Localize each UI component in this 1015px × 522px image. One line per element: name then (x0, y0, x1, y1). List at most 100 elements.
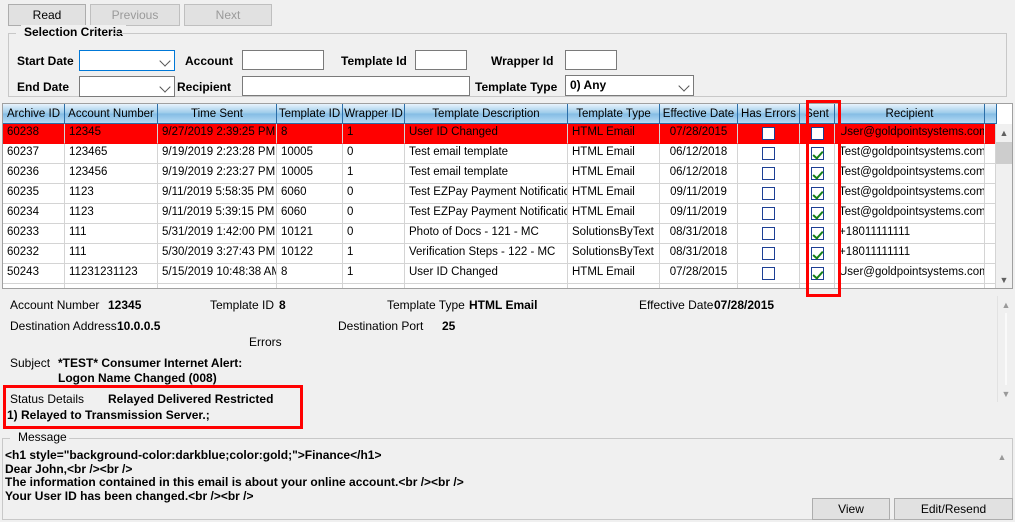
grid-column-header[interactable]: Recipient (835, 104, 985, 124)
table-cell[interactable]: 0 (343, 184, 405, 204)
table-cell[interactable]: 0 (343, 224, 405, 244)
table-cell[interactable] (738, 284, 800, 288)
table-cell[interactable]: 1123 (65, 184, 158, 204)
grid-column-header[interactable]: Time Sent (158, 104, 277, 124)
sent-checkbox[interactable] (810, 147, 824, 160)
table-cell[interactable]: Test@goldpointsystems.com (835, 204, 985, 224)
recipient-input[interactable] (242, 76, 470, 96)
has-errors-checkbox-cell[interactable] (738, 244, 800, 264)
table-cell[interactable]: HTML Email (568, 264, 660, 284)
scroll-up-icon[interactable]: ▲ (998, 296, 1014, 313)
table-cell[interactable]: User ID Changed (405, 264, 568, 284)
grid-column-header[interactable]: Archive ID (3, 104, 65, 124)
grid-column-header[interactable]: Template Type (568, 104, 660, 124)
table-cell[interactable]: 111 (65, 244, 158, 264)
table-cell[interactable] (158, 284, 277, 288)
table-row[interactable]: 50243 11231231123 5/15/2019 10:48:38 AM 8 1 U… (3, 264, 1012, 284)
table-cell[interactable]: +18011111111 (835, 244, 985, 264)
end-date-combo[interactable] (79, 76, 175, 97)
has-errors-checkbox-cell[interactable] (738, 184, 800, 204)
table-row[interactable]: 60238 12345 9/27/2019 2:39:25 PM 8 1 User ID … (3, 124, 1012, 144)
table-cell[interactable]: 123456 (65, 164, 158, 184)
wrapper-id-input[interactable] (565, 50, 617, 70)
sent-checkbox-cell[interactable] (800, 244, 835, 264)
template-id-input[interactable] (415, 50, 467, 70)
table-cell[interactable]: 07/28/2015 (660, 124, 738, 144)
table-cell[interactable]: 10005 (277, 164, 343, 184)
table-cell[interactable]: Test@goldpointsystems.com (835, 144, 985, 164)
table-cell[interactable]: 60236 (3, 164, 65, 184)
has-errors-checkbox[interactable] (762, 247, 775, 260)
scroll-down-icon[interactable]: ▼ (996, 271, 1012, 288)
table-cell[interactable]: +18011111111 (835, 224, 985, 244)
table-cell[interactable]: 9/19/2019 2:23:27 PM (158, 164, 277, 184)
table-row[interactable] (3, 284, 1012, 288)
sent-checkbox[interactable] (810, 167, 824, 180)
table-cell[interactable]: 111 (65, 224, 158, 244)
grid-body[interactable]: 60238 12345 9/27/2019 2:39:25 PM 8 1 User ID … (3, 124, 1012, 288)
email-archive-grid[interactable]: Archive ID Account Number Time Sent Templat… (2, 103, 1013, 289)
start-date-combo[interactable] (79, 50, 175, 71)
sent-checkbox-cell[interactable] (800, 264, 835, 284)
table-cell[interactable]: 9/19/2019 2:23:28 PM (158, 144, 277, 164)
table-cell[interactable] (277, 284, 343, 288)
has-errors-checkbox-cell[interactable] (738, 204, 800, 224)
has-errors-checkbox[interactable] (762, 227, 775, 240)
table-cell[interactable]: 8 (277, 264, 343, 284)
table-row[interactable]: 60235 1123 9/11/2019 5:58:35 PM 6060 0 Test E… (3, 184, 1012, 204)
table-cell[interactable]: 06/12/2018 (660, 144, 738, 164)
sent-checkbox[interactable] (810, 127, 824, 140)
has-errors-checkbox[interactable] (762, 187, 775, 200)
has-errors-checkbox-cell[interactable] (738, 164, 800, 184)
table-cell[interactable]: 6060 (277, 204, 343, 224)
grid-column-header[interactable]: Sent (800, 104, 835, 124)
table-cell[interactable]: 09/11/2019 (660, 204, 738, 224)
message-body[interactable]: <h1 style="background-color:darkblue;col… (5, 448, 992, 503)
table-cell[interactable] (3, 284, 65, 288)
table-cell[interactable]: 60234 (3, 204, 65, 224)
grid-column-header[interactable]: Account Number (65, 104, 158, 124)
table-row[interactable]: 60237 123465 9/19/2019 2:23:28 PM 10005 0 Tes… (3, 144, 1012, 164)
has-errors-checkbox[interactable] (762, 267, 775, 280)
table-cell[interactable]: Verification Steps - 122 - MC (405, 244, 568, 264)
table-cell[interactable]: 1 (343, 164, 405, 184)
table-cell[interactable]: 5/30/2019 3:27:43 PM (158, 244, 277, 264)
table-cell[interactable]: User@goldpointsystems.com (835, 264, 985, 284)
table-cell[interactable]: 9/11/2019 5:58:35 PM (158, 184, 277, 204)
table-cell[interactable]: 1123 (65, 204, 158, 224)
has-errors-checkbox-cell[interactable] (738, 224, 800, 244)
grid-column-header[interactable] (985, 104, 997, 124)
table-cell[interactable]: 1 (343, 244, 405, 264)
table-cell[interactable]: 6060 (277, 184, 343, 204)
scroll-down-icon[interactable]: ▼ (998, 385, 1014, 402)
table-cell[interactable]: 60232 (3, 244, 65, 264)
has-errors-checkbox-cell[interactable] (738, 144, 800, 164)
sent-checkbox-cell[interactable] (800, 224, 835, 244)
table-cell[interactable]: Test@goldpointsystems.com (835, 184, 985, 204)
table-cell[interactable]: 9/27/2019 2:39:25 PM (158, 124, 277, 144)
table-cell[interactable]: 07/28/2015 (660, 264, 738, 284)
table-cell[interactable]: 60238 (3, 124, 65, 144)
table-cell[interactable]: 123465 (65, 144, 158, 164)
grid-column-header[interactable]: Template ID (277, 104, 343, 124)
table-cell[interactable]: Test email template (405, 144, 568, 164)
grid-column-header[interactable]: Has Errors (738, 104, 800, 124)
table-cell[interactable]: HTML Email (568, 164, 660, 184)
table-cell[interactable]: 8 (277, 124, 343, 144)
table-cell[interactable] (800, 284, 835, 288)
table-cell[interactable] (405, 284, 568, 288)
scroll-up-icon[interactable]: ▲ (996, 124, 1012, 141)
grid-column-header[interactable]: Template Description (405, 104, 568, 124)
sent-checkbox[interactable] (810, 247, 824, 260)
grid-column-header[interactable]: Effective Date (660, 104, 738, 124)
table-cell[interactable] (65, 284, 158, 288)
table-cell[interactable]: 9/11/2019 5:39:15 PM (158, 204, 277, 224)
sent-checkbox[interactable] (810, 187, 824, 200)
table-cell[interactable]: SolutionsByText (568, 244, 660, 264)
scroll-up-icon[interactable]: ▲ (994, 448, 1010, 465)
table-row[interactable]: 60232 111 5/30/2019 3:27:43 PM 10122 1 Verifi… (3, 244, 1012, 264)
table-cell[interactable]: HTML Email (568, 144, 660, 164)
table-cell[interactable]: 09/11/2019 (660, 184, 738, 204)
table-cell[interactable]: Test email template (405, 164, 568, 184)
table-cell[interactable] (660, 284, 738, 288)
